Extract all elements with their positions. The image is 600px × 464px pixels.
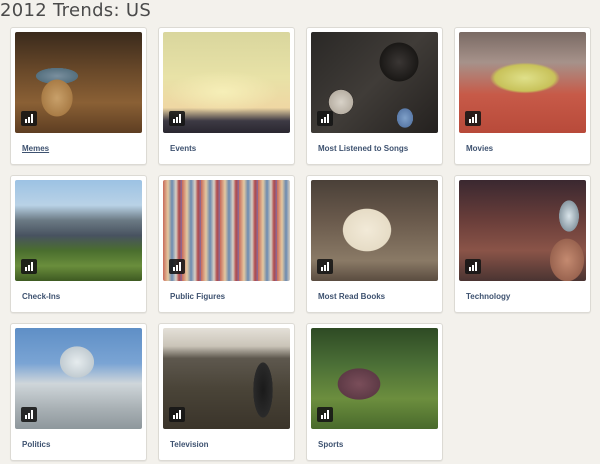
trend-thumbnail xyxy=(15,180,142,281)
trend-thumbnail xyxy=(311,180,438,281)
bar-chart-icon xyxy=(21,111,37,126)
trend-card-checkins[interactable]: Check-Ins xyxy=(10,175,147,313)
trend-thumbnail xyxy=(163,32,290,133)
bar-chart-icon xyxy=(21,259,37,274)
bar-chart-icon xyxy=(169,111,185,126)
trend-label[interactable]: Events xyxy=(170,144,196,153)
page-title: 2012 Trends: US xyxy=(0,0,152,21)
trend-label[interactable]: Memes xyxy=(22,144,49,153)
trend-label[interactable]: Television xyxy=(170,440,209,449)
trend-thumbnail xyxy=(163,328,290,429)
trend-thumbnail xyxy=(163,180,290,281)
trend-label[interactable]: Politics xyxy=(22,440,50,449)
trend-card-politics[interactable]: Politics xyxy=(10,323,147,461)
trend-label[interactable]: Public Figures xyxy=(170,292,225,301)
trend-thumbnail xyxy=(459,180,586,281)
bar-chart-icon xyxy=(317,407,333,422)
bar-chart-icon xyxy=(465,259,481,274)
trend-thumbnail xyxy=(15,328,142,429)
bar-chart-icon xyxy=(317,259,333,274)
trend-label[interactable]: Most Read Books xyxy=(318,292,385,301)
trend-thumbnail xyxy=(311,328,438,429)
bar-chart-icon xyxy=(169,407,185,422)
trend-card-sports[interactable]: Sports xyxy=(306,323,443,461)
trend-card-events[interactable]: Events xyxy=(158,27,295,165)
trends-grid: Memes Events Most Listened to Songs Movi… xyxy=(10,27,591,461)
trend-thumbnail xyxy=(15,32,142,133)
trend-card-public-figures[interactable]: Public Figures xyxy=(158,175,295,313)
trend-label[interactable]: Technology xyxy=(466,292,510,301)
bar-chart-icon xyxy=(317,111,333,126)
trend-card-movies[interactable]: Movies xyxy=(454,27,591,165)
trend-label[interactable]: Movies xyxy=(466,144,493,153)
bar-chart-icon xyxy=(169,259,185,274)
trend-label[interactable]: Sports xyxy=(318,440,343,449)
trend-card-technology[interactable]: Technology xyxy=(454,175,591,313)
trend-card-songs[interactable]: Most Listened to Songs xyxy=(306,27,443,165)
bar-chart-icon xyxy=(465,111,481,126)
trend-thumbnail xyxy=(311,32,438,133)
trend-card-memes[interactable]: Memes xyxy=(10,27,147,165)
trend-thumbnail xyxy=(459,32,586,133)
trend-card-television[interactable]: Television xyxy=(158,323,295,461)
trend-label[interactable]: Most Listened to Songs xyxy=(318,144,408,153)
trend-label[interactable]: Check-Ins xyxy=(22,292,60,301)
trend-card-books[interactable]: Most Read Books xyxy=(306,175,443,313)
bar-chart-icon xyxy=(21,407,37,422)
